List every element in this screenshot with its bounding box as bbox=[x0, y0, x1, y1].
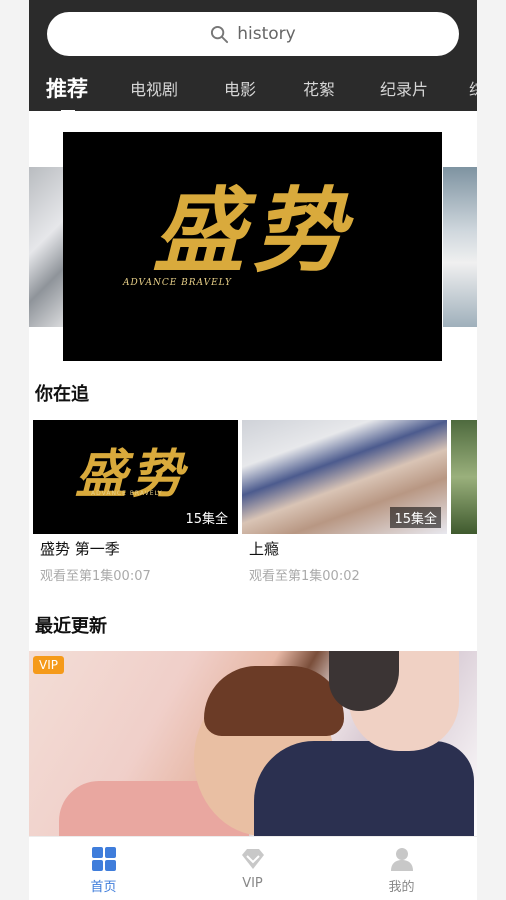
card-title: 上瘾 bbox=[249, 540, 280, 558]
following-card[interactable]: 公园 观看 bbox=[451, 420, 477, 534]
card-progress: 观看至第1集00:02 bbox=[249, 569, 360, 584]
hero-logo-text: 盛势 bbox=[152, 177, 353, 285]
search-input[interactable]: history bbox=[47, 12, 459, 56]
poster-figure bbox=[254, 741, 474, 838]
recent-update-poster[interactable]: VIP bbox=[29, 651, 477, 838]
card-thumbnail[interactable] bbox=[451, 420, 477, 534]
following-card[interactable]: 盛势 ADVANCE BRAVELY 15集全 盛势 第一季 观看至第1集00:… bbox=[33, 420, 238, 584]
poster-figure bbox=[204, 666, 344, 736]
thumb-logo-subtitle: ADVANCE BRAVELY bbox=[91, 490, 163, 497]
category-tabs: 推荐 电视剧 电影 花絮 纪录片 综 bbox=[29, 70, 477, 114]
nav-vip-label: VIP bbox=[242, 876, 263, 891]
hero-logo-subtitle: ADVANCE BRAVELY bbox=[123, 278, 232, 288]
right-gutter bbox=[477, 0, 506, 900]
nav-profile[interactable]: 我的 bbox=[327, 837, 476, 900]
vip-badge: VIP bbox=[33, 656, 64, 674]
banner-carousel[interactable]: 盛势 ADVANCE BRAVELY bbox=[29, 111, 477, 366]
search-placeholder: history bbox=[237, 24, 296, 44]
left-gutter bbox=[0, 0, 29, 900]
header: history 推荐 电视剧 电影 花絮 纪录片 综 bbox=[29, 0, 477, 114]
user-icon bbox=[390, 848, 413, 871]
nav-vip[interactable]: VIP bbox=[178, 837, 327, 900]
card-progress: 观看至第1集00:07 bbox=[40, 569, 151, 584]
tab-behind-scenes[interactable]: 花絮 bbox=[303, 76, 335, 100]
grid-icon bbox=[91, 847, 116, 871]
banner-slide-next[interactable] bbox=[443, 167, 477, 327]
following-section-title: 你在追 bbox=[35, 384, 89, 405]
nav-home-label: 首页 bbox=[90, 880, 117, 895]
page: history 推荐 电视剧 电影 花絮 纪录片 综 盛势 ADVANCE BR… bbox=[0, 0, 506, 900]
banner-slide-previous[interactable] bbox=[29, 167, 63, 327]
app-screen: history 推荐 电视剧 电影 花絮 纪录片 综 盛势 ADVANCE BR… bbox=[29, 0, 477, 900]
tab-variety[interactable]: 综 bbox=[469, 76, 477, 100]
tab-documentary[interactable]: 纪录片 bbox=[380, 76, 428, 100]
nav-profile-label: 我的 bbox=[388, 880, 415, 895]
tab-recommended[interactable]: 推荐 bbox=[46, 73, 88, 103]
recent-section-title: 最近更新 bbox=[35, 616, 107, 637]
banner-slide-current[interactable]: 盛势 ADVANCE BRAVELY bbox=[63, 132, 442, 361]
card-thumbnail[interactable]: 15集全 bbox=[242, 420, 447, 534]
card-title: 盛势 第一季 bbox=[40, 540, 120, 558]
bottom-nav: 首页 VIP 我的 bbox=[29, 836, 477, 900]
nav-home[interactable]: 首页 bbox=[29, 837, 178, 900]
following-card[interactable]: 15集全 上瘾 观看至第1集00:02 bbox=[242, 420, 447, 584]
search-icon bbox=[211, 25, 229, 43]
episode-count-badge: 15集全 bbox=[390, 507, 441, 528]
tab-tv-series[interactable]: 电视剧 bbox=[130, 76, 178, 100]
episode-count-badge: 15集全 bbox=[181, 507, 232, 528]
following-list: 盛势 ADVANCE BRAVELY 15集全 盛势 第一季 观看至第1集00:… bbox=[29, 420, 477, 586]
diamond-icon bbox=[241, 849, 264, 869]
card-thumbnail[interactable]: 盛势 ADVANCE BRAVELY 15集全 bbox=[33, 420, 238, 534]
tab-movies[interactable]: 电影 bbox=[224, 76, 256, 100]
